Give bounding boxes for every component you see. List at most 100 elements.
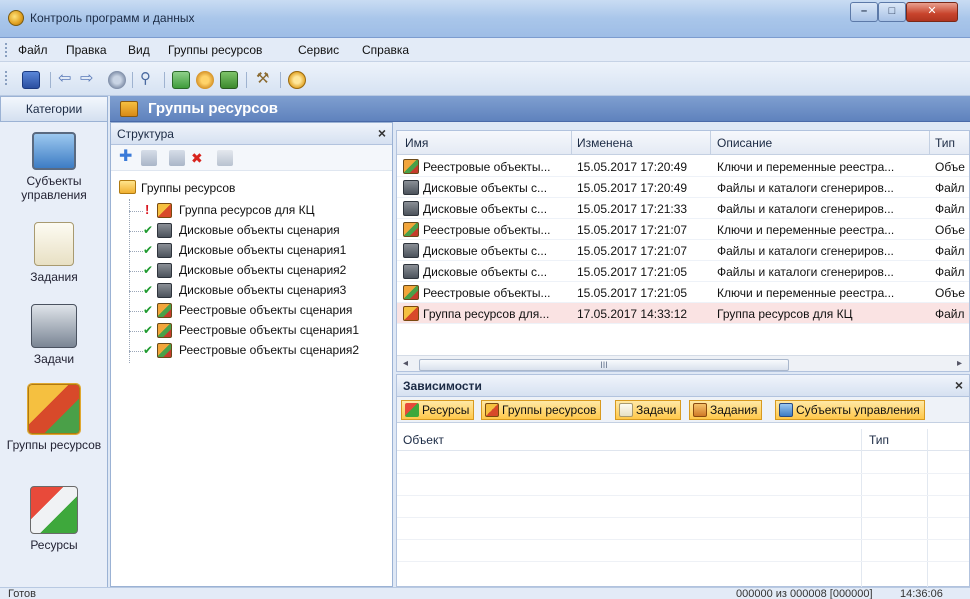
maximize-button[interactable]: □ — [878, 2, 906, 22]
menu-edit[interactable]: Правка — [66, 43, 107, 57]
cell-name: Реестровые объекты... — [423, 286, 551, 300]
category-tasks[interactable]: Задания — [4, 222, 104, 284]
table-row[interactable]: Группа ресурсов для... 17.05.2017 14:33:… — [397, 303, 969, 324]
column-header-type[interactable]: Тип — [869, 433, 889, 447]
cell-name: Реестровые объекты... — [423, 160, 551, 174]
tree-item[interactable]: ✔ Реестровые объекты сценария2 — [111, 341, 392, 361]
unlink-icon[interactable] — [169, 150, 185, 166]
cell-description: Файлы и каталоги сгенериров... — [717, 181, 894, 195]
tree-item[interactable]: ✔ Дисковые объекты сценария — [111, 221, 392, 241]
scroll-left-icon[interactable]: ◂ — [403, 358, 408, 369]
table-row[interactable]: Реестровые объекты... 15.05.2017 17:21:0… — [397, 219, 969, 240]
link-icon[interactable] — [141, 150, 157, 166]
search-icon[interactable]: ⚲ — [140, 71, 158, 89]
tree-item[interactable]: ✔ Дисковые объекты сценария2 — [111, 261, 392, 281]
list-header: Имя Изменена Описание Тип — [397, 131, 969, 155]
status-time: 14:36:06 — [900, 588, 943, 599]
tab-resources[interactable]: Ресурсы — [401, 400, 475, 420]
tree-root[interactable]: Группы ресурсов — [111, 179, 392, 199]
tree-item[interactable]: ✔ Дисковые объекты сценария1 — [111, 241, 392, 261]
registry-object-icon — [157, 303, 172, 318]
disk-object-icon — [157, 263, 172, 278]
tree-line — [129, 291, 143, 292]
table-row[interactable]: Дисковые объекты с... 15.05.2017 17:20:4… — [397, 177, 969, 198]
column-header-type[interactable]: Тип — [935, 136, 955, 150]
disk-object-icon — [403, 243, 419, 258]
tree-item[interactable]: ✔ Реестровые объекты сценария1 — [111, 321, 392, 341]
check-icon: ✔ — [143, 223, 154, 237]
section-header: Группы ресурсов — [110, 96, 970, 122]
forward-icon[interactable]: ⇨ — [80, 71, 98, 89]
resource-group-icon — [157, 203, 172, 218]
scroll-right-icon[interactable]: ▸ — [957, 358, 962, 369]
cell-modified: 15.05.2017 17:21:05 — [577, 265, 688, 279]
calculator-icon[interactable] — [220, 71, 238, 89]
category-jobs[interactable]: Задачи — [4, 304, 104, 366]
dependencies-header: Зависимости × — [397, 375, 969, 397]
dependencies-tabs: Ресурсы Группы ресурсов Задачи Задания С… — [397, 397, 969, 423]
menu-service[interactable]: Сервис — [298, 43, 339, 57]
structure-panel: Структура × ✚ ✖ Группы ресурсов ! Группа… — [110, 122, 393, 587]
column-header-name[interactable]: Имя — [405, 136, 428, 150]
cell-name: Дисковые объекты с... — [423, 265, 548, 279]
tree-item[interactable]: ! Группа ресурсов для КЦ — [111, 201, 392, 221]
gear-icon[interactable] — [108, 71, 126, 89]
tab-label: Группы ресурсов — [502, 403, 597, 417]
cell-description: Группа ресурсов для КЦ — [717, 307, 853, 321]
menu-resource-groups[interactable]: Группы ресурсов — [168, 43, 262, 57]
cell-type: Файл — [935, 307, 965, 321]
tab-resource-groups[interactable]: Группы ресурсов — [481, 400, 602, 420]
category-resource-groups[interactable]: Группы ресурсов — [4, 383, 104, 452]
table-row[interactable]: Дисковые объекты с... 15.05.2017 17:21:3… — [397, 198, 969, 219]
tree-line — [129, 311, 143, 312]
table-row[interactable]: Дисковые объекты с... 15.05.2017 17:21:0… — [397, 261, 969, 282]
help-icon[interactable] — [288, 71, 306, 89]
properties-icon[interactable] — [217, 150, 233, 166]
check-icon: ✔ — [143, 263, 154, 277]
registry-object-icon — [157, 343, 172, 358]
tab-tasks[interactable]: Задачи — [615, 400, 682, 420]
scrollbar-thumb[interactable]: III — [419, 359, 789, 371]
tab-label: Задания — [710, 403, 758, 417]
horizontal-scrollbar[interactable]: ◂ III ▸ — [397, 355, 969, 371]
cell-modified: 17.05.2017 14:33:12 — [577, 307, 688, 321]
menu-view[interactable]: Вид — [128, 43, 150, 57]
disk-object-icon — [403, 264, 419, 279]
tree-root-label: Группы ресурсов — [141, 181, 236, 195]
category-resources[interactable]: Ресурсы — [4, 486, 104, 552]
category-label: Субъекты управления — [21, 174, 87, 202]
menu-help[interactable]: Справка — [362, 43, 409, 57]
column-resizer[interactable] — [710, 131, 711, 155]
tools-icon[interactable]: ⚒ — [256, 71, 274, 89]
refresh-icon[interactable] — [172, 71, 190, 89]
column-header-object[interactable]: Объект — [403, 433, 444, 447]
back-icon[interactable]: ⇦ — [58, 71, 76, 89]
table-row[interactable]: Реестровые объекты... 15.05.2017 17:20:4… — [397, 156, 969, 177]
disk-object-icon — [403, 201, 419, 216]
column-resizer[interactable] — [571, 131, 572, 155]
close-icon[interactable]: × — [378, 125, 386, 141]
column-resizer[interactable] — [929, 131, 930, 155]
column-header-modified[interactable]: Изменена — [577, 136, 633, 150]
minimize-button[interactable]: – — [850, 2, 878, 22]
column-header-description[interactable]: Описание — [717, 136, 772, 150]
table-row[interactable]: Дисковые объекты с... 15.05.2017 17:21:0… — [397, 240, 969, 261]
close-icon[interactable]: × — [955, 377, 963, 393]
delete-icon[interactable]: ✖ — [191, 150, 207, 166]
close-button[interactable]: ✕ — [906, 2, 958, 22]
table-row[interactable]: Реестровые объекты... 15.05.2017 17:21:0… — [397, 282, 969, 303]
status-text: Готов — [8, 588, 36, 599]
tree-item-label: Реестровые объекты сценария2 — [179, 343, 360, 357]
tab-subjects[interactable]: Субъекты управления — [775, 400, 925, 420]
tree-item[interactable]: ✔ Реестровые объекты сценария — [111, 301, 392, 321]
category-subjects[interactable]: Субъекты управления — [4, 132, 104, 202]
tab-jobs[interactable]: Задания — [689, 400, 763, 420]
add-icon[interactable]: ✚ — [119, 149, 135, 166]
save-icon[interactable] — [22, 71, 40, 89]
tree-line — [129, 231, 143, 232]
tree-item[interactable]: ✔ Дисковые объекты сценария3 — [111, 281, 392, 301]
menu-file[interactable]: Файл — [18, 43, 48, 57]
disk-object-icon — [403, 180, 419, 195]
tasks-icon — [34, 222, 74, 266]
settings-icon[interactable] — [196, 71, 214, 89]
